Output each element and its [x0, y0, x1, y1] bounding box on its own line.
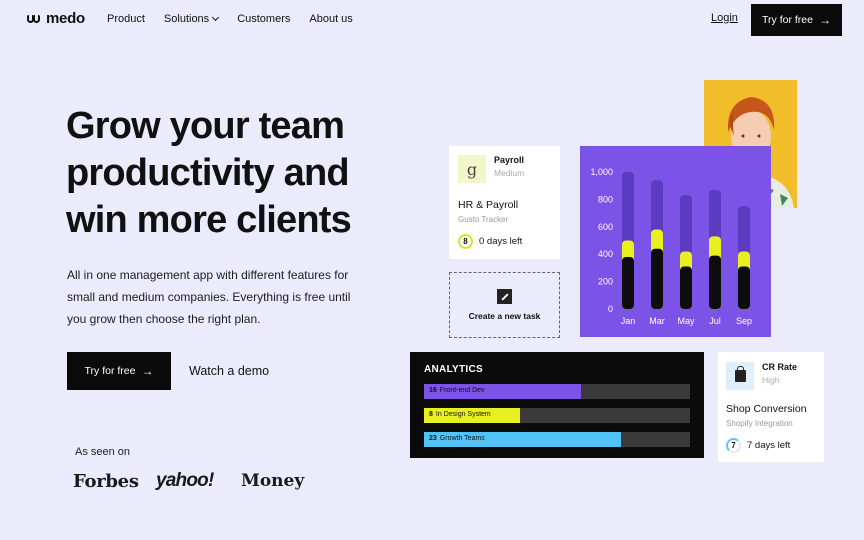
- create-task-button[interactable]: Create a new task: [449, 272, 560, 338]
- edit-icon: [497, 289, 512, 304]
- y-tick-label: 800: [598, 194, 613, 204]
- logo-text: medo: [46, 10, 85, 27]
- y-tick-label: 200: [598, 277, 613, 287]
- analytics-row: 23 Growth Teams: [424, 432, 690, 447]
- analytics-team: In Design System: [435, 411, 491, 418]
- analytics-row: 8 In Design System: [424, 408, 690, 423]
- y-tick-label: 0: [608, 304, 613, 314]
- chart-bar: [651, 248, 663, 309]
- analytics-row: 16 Front-end Dev: [424, 384, 690, 399]
- card-heading: Shop Conversion: [726, 403, 807, 415]
- chart-bar: [622, 256, 634, 309]
- analytics-title: ANALYTICS: [424, 364, 484, 375]
- x-tick-label: Sep: [736, 316, 752, 326]
- forbes-logo: Forbes: [73, 471, 139, 492]
- chart-bar: [709, 255, 721, 309]
- x-tick-label: Mar: [649, 316, 665, 326]
- login-link[interactable]: Login: [711, 12, 738, 24]
- gusto-icon: g: [458, 155, 486, 183]
- nav-customers-label: Customers: [237, 13, 291, 25]
- analytics-count: 23: [429, 435, 437, 442]
- hero-try-free-button[interactable]: Try for free →: [67, 352, 171, 390]
- x-tick-label: Jul: [709, 316, 721, 326]
- nav-customers[interactable]: Customers: [237, 13, 290, 25]
- card-meta: Gusto Tracker: [458, 215, 509, 224]
- create-task-label: Create a new task: [468, 311, 541, 321]
- analytics-label: 23 Growth Teams: [429, 435, 485, 442]
- hero-headline: Grow your team productivity and win more…: [66, 105, 352, 241]
- analytics-team: Front-end Dev: [439, 387, 485, 394]
- analytics-count: 8: [429, 411, 433, 418]
- y-tick-label: 600: [598, 222, 613, 232]
- payroll-card[interactable]: g Payroll Medium HR & Payroll Gusto Trac…: [449, 146, 560, 259]
- main-nav: Product Solutions Customers About us: [107, 13, 353, 25]
- bar-chart: 1,000 800 600 400 200 0 Jan Mar May Jul Sep: [580, 146, 771, 337]
- bar-chart-svg: 1,000 800 600 400 200 0 Jan Mar May Jul Sep: [590, 167, 752, 326]
- as-seen-on-label: As seen on: [75, 446, 131, 458]
- days-left-label: 7 days left: [747, 440, 791, 451]
- days-left: 8 0 days left: [458, 234, 551, 249]
- days-left: 7 7 days left: [726, 438, 816, 453]
- progress-ring-icon: 8: [458, 234, 473, 249]
- nav-solutions-label: Solutions: [163, 13, 210, 25]
- card-heading: HR & Payroll: [458, 199, 519, 211]
- hero-subtext: All in one management app with different…: [67, 268, 351, 326]
- nav-about-label: About us: [309, 13, 353, 25]
- analytics-team: Growth Teams: [439, 435, 485, 442]
- analytics-count: 16: [429, 387, 437, 394]
- shopify-icon: [726, 362, 754, 390]
- yahoo-logo: yahoo!: [156, 470, 214, 491]
- chart-bar: [680, 266, 692, 309]
- analytics-panel: ANALYTICS 16 Front-end Dev 8 In Design Sys…: [410, 352, 704, 458]
- x-tick-label: May: [677, 316, 695, 326]
- nav-try-free-button[interactable]: Try for free →: [751, 4, 842, 36]
- y-tick-label: 400: [598, 249, 613, 259]
- money-logo: Money: [241, 471, 305, 491]
- card-meta: Shopify Integration: [726, 419, 793, 428]
- nav-product-label: Product: [107, 13, 145, 25]
- chevron-down-icon: [212, 13, 220, 22]
- nav-product[interactable]: Product: [107, 13, 145, 25]
- arrow-right-icon: →: [818, 13, 831, 27]
- analytics-label: 16 Front-end Dev: [429, 387, 485, 394]
- days-left-label: 0 days left: [479, 236, 523, 247]
- progress-ring-icon: 7: [726, 438, 741, 453]
- nav-cta-label: Try for free: [762, 14, 813, 26]
- analytics-label: 8 In Design System: [429, 411, 491, 418]
- x-tick-label: Jan: [621, 316, 636, 326]
- nav-about[interactable]: About us: [309, 13, 352, 25]
- logo[interactable]: medo: [27, 10, 85, 27]
- y-tick-label: 1,000: [590, 167, 613, 177]
- hero-cta-label: Try for free: [84, 365, 136, 377]
- arrow-right-icon: →: [141, 364, 154, 378]
- watch-demo-link[interactable]: Watch a demo: [189, 364, 269, 378]
- logo-icon: [27, 13, 42, 25]
- cr-rate-card[interactable]: CR Rate High Shop Conversion Shopify Int…: [718, 352, 824, 462]
- nav-solutions[interactable]: Solutions: [163, 13, 220, 25]
- chart-bar: [738, 266, 750, 309]
